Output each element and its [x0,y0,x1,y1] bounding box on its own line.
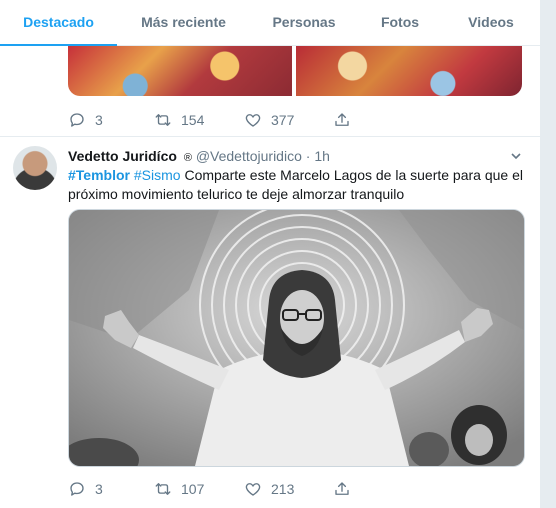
tab-fotos[interactable]: Fotos [358,0,442,45]
share-button[interactable] [333,110,351,130]
hashtag-temblor[interactable]: #Temblor [68,167,130,183]
tab-destacado[interactable]: Destacado [0,0,117,46]
reply-count: 3 [95,481,103,497]
retweet-count: 154 [181,112,205,128]
avatar[interactable] [13,146,57,190]
tab-personas[interactable]: Personas [250,0,358,45]
reply-button[interactable]: 3 [68,479,103,499]
share-icon [335,113,349,126]
share-button[interactable] [333,479,351,499]
chevron-down-icon [511,153,521,160]
like-button[interactable]: 213 [244,479,294,499]
reply-icon [70,482,84,496]
heart-icon [245,114,261,127]
retweet-icon [155,114,171,126]
reply-button[interactable]: 3 [68,110,103,130]
retweet-button[interactable]: 107 [154,479,204,499]
search-tabs: Destacado Más reciente Personas Fotos Vi… [0,0,540,46]
tweet-header: Vedetto Juridíco ® @Vedettojuridico · 1h [68,148,330,164]
jesus-meme-image [69,210,524,466]
like-count: 377 [271,112,295,128]
like-count: 213 [271,481,295,497]
more-options-button[interactable] [510,149,522,167]
tweet-photo[interactable] [68,209,525,467]
author-handle[interactable]: @Vedettojuridico [196,148,302,164]
search-results-panel: Destacado Más reciente Personas Fotos Vi… [0,0,540,508]
retweet-icon [155,483,171,495]
reply-icon [70,113,84,127]
tweet-photo-2[interactable] [296,46,522,96]
separator-dot: · [305,148,311,164]
tweet-time[interactable]: 1h [314,148,330,164]
tab-mas-reciente[interactable]: Más reciente [117,0,250,45]
tweet-text: #Temblor #Sismo Comparte este Marcelo La… [68,166,523,204]
retweet-button[interactable]: 154 [154,110,204,130]
tweet-divider [0,136,540,137]
tab-videos[interactable]: Videos [442,0,540,45]
retweet-count: 107 [181,481,205,497]
like-button[interactable]: 377 [244,110,294,130]
previous-tweet-media[interactable] [68,46,522,96]
hashtag-sismo[interactable]: #Sismo [134,167,181,183]
registered-badge: ® [183,152,192,164]
tweet-photo-1[interactable] [68,46,296,96]
share-icon [335,482,349,495]
author-name[interactable]: Vedetto Juridíco [68,148,177,164]
reply-count: 3 [95,112,103,128]
heart-icon [245,483,261,496]
